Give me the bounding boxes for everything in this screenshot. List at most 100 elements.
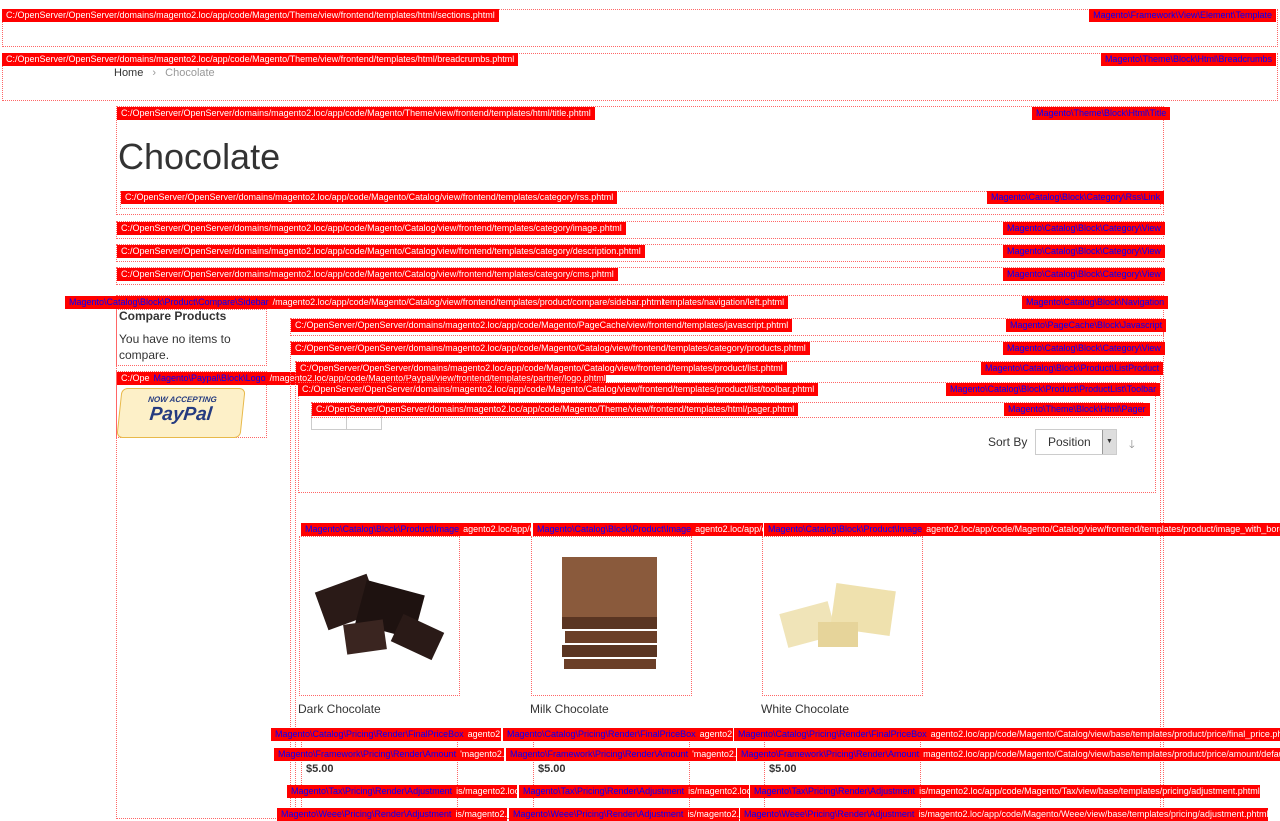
hint-tax: Magento\Tax\Pricing\Render\Adjustment is/…	[519, 785, 749, 798]
hint-path: agento2.loc/app/code/Magento/Catalog/vie…	[926, 524, 1280, 534]
hint-path: C:/Ope	[121, 373, 150, 383]
hint-class: Magento\Catalog\Block\Category\View	[1003, 222, 1165, 235]
paypal-logo[interactable]: NOW ACCEPTING PayPal	[116, 388, 246, 438]
hint-class: Magento\Framework\Pricing\Render\Amount	[278, 749, 457, 759]
hint-class: Magento\Framework\Pricing\Render\Amount	[510, 749, 689, 759]
hint-class: Magento\Catalog\Block\Category\View	[1003, 245, 1165, 258]
hint-class: Magento\Theme\Block\Html\Pager	[1004, 403, 1150, 416]
hint-path: C:/OpenServer/OpenServer/domains/magento…	[2, 53, 519, 66]
hint-product-image: Magento\Catalog\Block\Product\Image agent…	[301, 523, 531, 536]
hint-weee: Magento\Weee\Pricing\Render\Adjustment is…	[740, 808, 1269, 821]
hint-path: is/magento2.loc/app/code/Magento/Tax/vie…	[919, 786, 1260, 796]
hint-class: Magento\Catalog\Block\Product\Compare\Si…	[69, 297, 269, 307]
hint-path: C:/OpenServer/OpenServer/domains/magento…	[296, 362, 787, 375]
hint-path: C:/OpenServer/OpenServer/domains/magento…	[117, 222, 626, 235]
hint-path: C:/OpenServer/OpenServer/domains/magento…	[117, 107, 595, 120]
breadcrumb-home[interactable]: Home	[114, 67, 143, 79]
hint-class: Magento\Paypal\Block\Logo	[153, 373, 266, 383]
hint-path: C:/OpenServer/OpenServer/domains/magento…	[312, 403, 799, 416]
hint-path: agento2.loc/app/cu	[695, 524, 763, 534]
product-image[interactable]	[762, 536, 923, 696]
chevron-down-icon: ▼	[1102, 430, 1116, 454]
hint-class: Magento\Catalog\Block\Navigation	[1022, 296, 1169, 309]
hint-path: C:/OpenServer/OpenServer/domains/magento…	[117, 268, 618, 281]
hint-path: is/magento2.loc/a	[688, 786, 749, 796]
hint-class: Magento\Theme\Block\Html\Title	[1032, 107, 1171, 120]
hint-path: 'magento2.lo	[692, 749, 736, 759]
hint-class: Magento\PageCache\Block\Javascript	[1006, 319, 1167, 332]
hint-path: d/templates/navigation/left.phtml	[651, 296, 789, 309]
hint-path: agento2.loc/app/cu	[463, 524, 531, 534]
hint-product-image: Magento\Catalog\Block\Product\Image agent…	[533, 523, 763, 536]
hint-class: Magento\Catalog\Block\Product\ListProduc…	[981, 362, 1164, 375]
product-image[interactable]	[299, 536, 460, 696]
hint-amount: Magento\Framework\Pricing\Render\Amount '…	[506, 748, 736, 761]
hint-class: Magento\Catalog\Block\Category\View	[1003, 342, 1165, 355]
hint-class: Magento\Tax\Pricing\Render\Adjustment	[291, 786, 453, 796]
hint-weee: Magento\Weee\Pricing\Render\Adjustment is…	[277, 808, 507, 821]
hint-path: C:/OpenServer/OpenServer/domains/magento…	[291, 342, 810, 355]
product-name[interactable]: Dark Chocolate	[298, 702, 381, 716]
hint-final_price: Magento\Catalog\Pricing\Render\FinalPric…	[503, 728, 733, 741]
compare-empty-text: You have no items to compare.	[119, 332, 231, 362]
hint-class: Magento\Weee\Pricing\Render\Adjustment	[513, 809, 684, 819]
hint-path: C:/OpenServer/OpenServer/domains/magento…	[2, 9, 499, 22]
compare-title: Compare Products	[119, 309, 227, 323]
paypal-wordmark: PayPal	[148, 404, 214, 425]
hint-path: C:/OpenServer/OpenServer/domains/magento…	[121, 191, 618, 204]
product-image[interactable]	[531, 536, 692, 696]
hint-path: is/magento2.loc/app/code/Magento/Weee/vi…	[918, 809, 1269, 819]
hint-weee: Magento\Weee\Pricing\Render\Adjustment is…	[509, 808, 739, 821]
product-price: $5.00	[306, 763, 334, 775]
hint-class: Magento\Framework\Pricing\Render\Amount	[741, 749, 920, 759]
product-name[interactable]: Milk Chocolate	[530, 702, 609, 716]
paypal-now-accepting: NOW ACCEPTING	[147, 395, 218, 404]
hint-class: Magento\Catalog\Block\Product\Image	[768, 524, 923, 534]
sort-direction-arrow-icon[interactable]: 🡓	[1129, 436, 1135, 455]
hint-class: Magento\Tax\Pricing\Render\Adjustment	[754, 786, 916, 796]
hint-class: Magento\Tax\Pricing\Render\Adjustment	[523, 786, 685, 796]
hint-class: Magento\Catalog\Block\Product\Image	[537, 524, 692, 534]
hint-class: Magento\Catalog\Block\Category\Rss\Link	[987, 191, 1165, 204]
hint-class: Magento\Weee\Pricing\Render\Adjustment	[744, 809, 915, 819]
page-title: Chocolate	[118, 136, 281, 177]
hint-path: C:/OpenServer/OpenServer/domains/magento…	[117, 245, 645, 258]
hint-class: Magento\Catalog\Block\Product\ProductLis…	[946, 383, 1161, 396]
hint-class: Magento\Weee\Pricing\Render\Adjustment	[281, 809, 452, 819]
hint-path: is/magento2.loc/a	[456, 786, 517, 796]
breadcrumb-separator: ›	[152, 67, 157, 79]
hint-amount: Magento\Framework\Pricing\Render\Amount m…	[737, 748, 1280, 761]
hint-path: is/magento2.lo	[455, 809, 507, 819]
hint-tax: Magento\Tax\Pricing\Render\Adjustment is/…	[287, 785, 517, 798]
hint-path: agento2.lo	[699, 729, 733, 739]
product-price: $5.00	[769, 763, 797, 775]
hint-class: Magento\Framework\View\Element\Template	[1089, 9, 1276, 22]
hint-product-image: Magento\Catalog\Block\Product\Image agent…	[764, 523, 1280, 536]
hint-final_price: Magento\Catalog\Pricing\Render\FinalPric…	[271, 728, 501, 741]
breadcrumbs: Home › Chocolate	[114, 67, 215, 79]
sort-by-select[interactable]: Position ▼	[1035, 429, 1117, 455]
breadcrumb-current: Chocolate	[165, 67, 215, 79]
hint-path: is/magento2.lo	[687, 809, 739, 819]
hint-class: Magento\Catalog\Block\Product\Image	[305, 524, 460, 534]
sort-by-label: Sort By	[988, 435, 1028, 449]
product-name[interactable]: White Chocolate	[761, 702, 849, 716]
hint-class: Magento\Theme\Block\Html\Breadcrumbs	[1100, 53, 1276, 66]
hint-class: Magento\Catalog\Pricing\Render\FinalPric…	[275, 729, 464, 739]
hint-path: /magento2.loc/app/code/Magento/Catalog/v…	[272, 297, 664, 307]
hint-path: magento2.loc/app/code/Magento/Catalog/vi…	[923, 749, 1280, 759]
hint-path: C:/OpenServer/OpenServer/domains/magento…	[298, 383, 819, 396]
hint-final_price: Magento\Catalog\Pricing\Render\FinalPric…	[734, 728, 1280, 741]
hint-path: agento2.lo	[467, 729, 501, 739]
hint-amount: Magento\Framework\Pricing\Render\Amount '…	[274, 748, 504, 761]
hint-class: Magento\Catalog\Pricing\Render\FinalPric…	[738, 729, 927, 739]
sort-by-value: Position	[1048, 435, 1091, 449]
hint-path: agento2.loc/app/code/Magento/Catalog/vie…	[930, 729, 1280, 739]
hint-path: C:/OpenServer/OpenServer/domains/magento…	[291, 319, 793, 332]
hint-class: Magento\Catalog\Block\Category\View	[1003, 268, 1165, 281]
hint-path: 'magento2.lo	[460, 749, 504, 759]
hint-compare: Magento\Catalog\Block\Product\Compare\Si…	[65, 296, 664, 309]
hint-tax: Magento\Tax\Pricing\Render\Adjustment is/…	[750, 785, 1260, 798]
product-price: $5.00	[538, 763, 566, 775]
hint-class: Magento\Catalog\Pricing\Render\FinalPric…	[507, 729, 696, 739]
